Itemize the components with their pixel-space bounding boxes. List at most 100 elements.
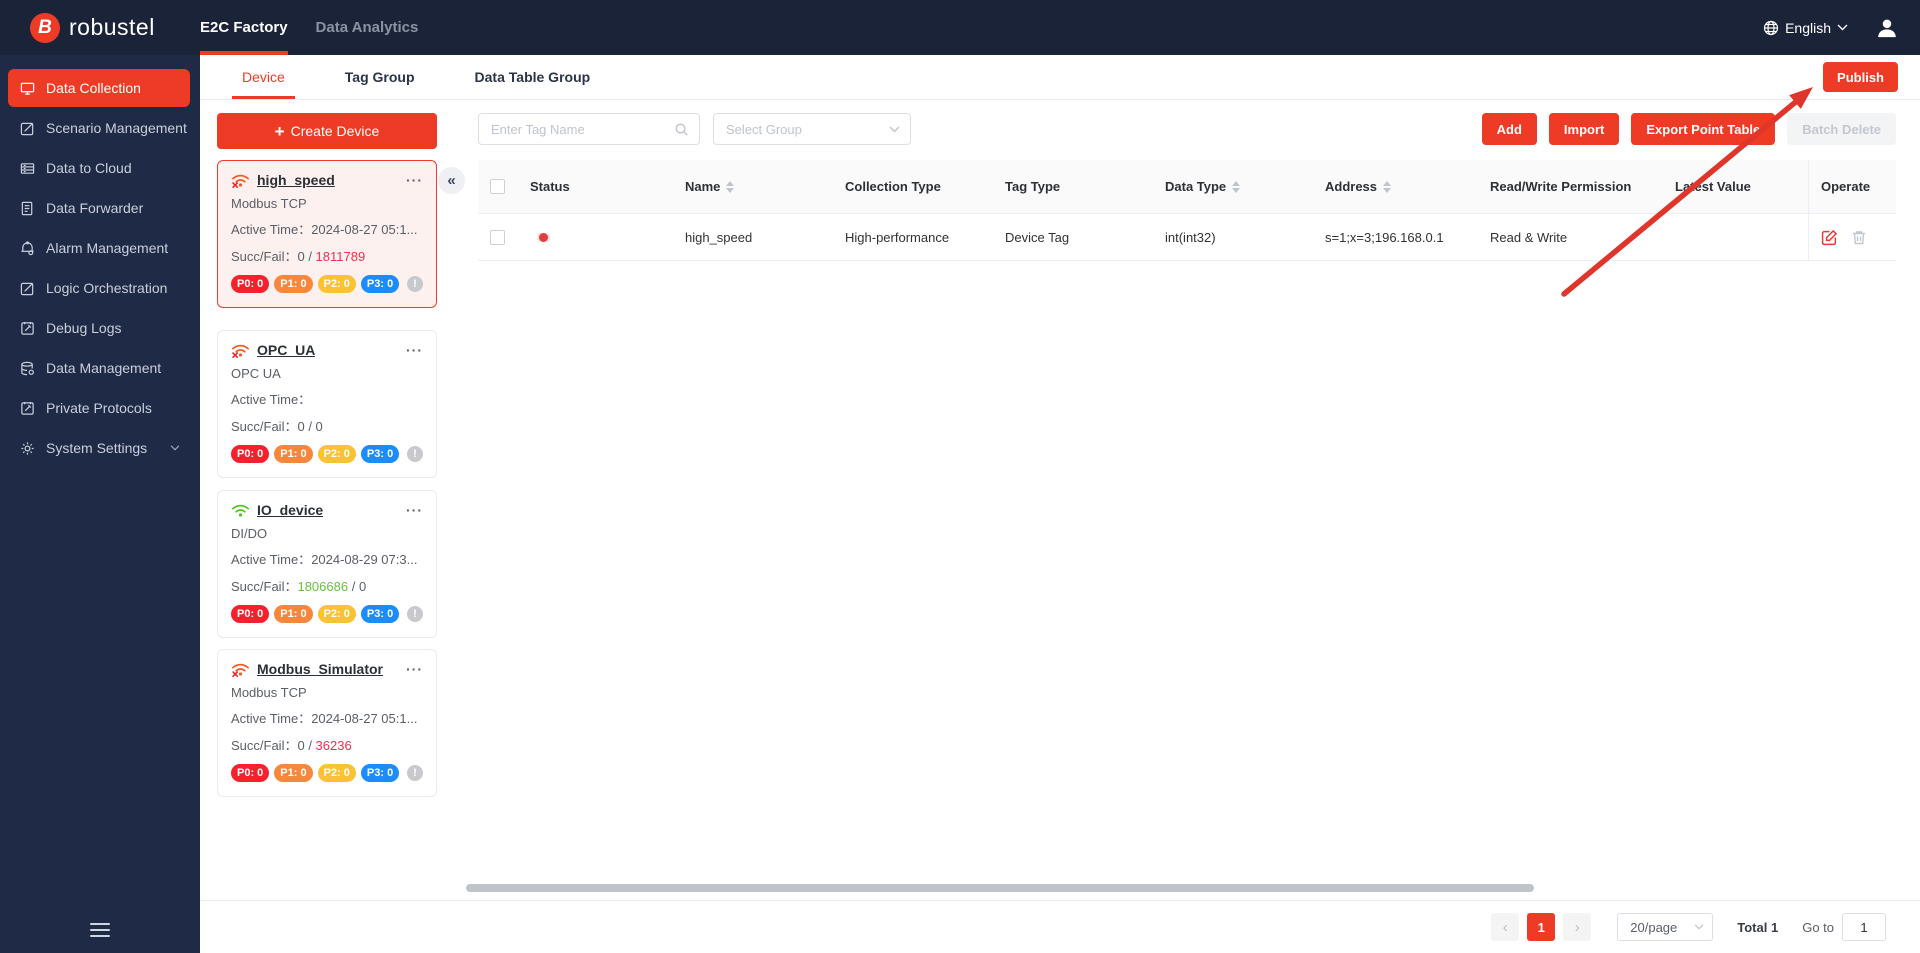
sidebar-item-private-protocols[interactable]: Private Protocols	[0, 388, 200, 428]
database-gear-icon	[21, 361, 34, 375]
tab-device[interactable]: Device	[232, 55, 295, 99]
device-card-io-device[interactable]: IO_device ··· DI/DO Active Time：2024-08-…	[217, 490, 437, 638]
sidebar-item-data-management[interactable]: Data Management	[0, 348, 200, 388]
separator: /	[304, 419, 316, 434]
column-header-latest-value: Latest Value	[1675, 179, 1751, 194]
notebook-tool-icon	[21, 401, 34, 415]
sort-icon[interactable]	[1383, 180, 1392, 193]
goto-label: Go to	[1802, 919, 1834, 935]
priority-badge-p1: P1: 0	[274, 445, 313, 463]
more-actions-icon[interactable]: ···	[406, 342, 423, 357]
collapse-panel-button[interactable]: «	[438, 167, 465, 194]
sidebar-item-system-settings[interactable]: System Settings	[0, 428, 200, 468]
server-grid-icon	[20, 162, 35, 174]
warning-icon[interactable]: !	[407, 446, 423, 462]
sidebar-item-label: Data to Cloud	[46, 160, 132, 176]
export-point-table-button[interactable]: Export Point Table	[1631, 113, 1776, 145]
cell-address: s=1;x=3;196.168.0.1	[1325, 229, 1444, 245]
sidebar-item-debug-logs[interactable]: Debug Logs	[0, 308, 200, 348]
sidebar-collapse-toggle[interactable]	[90, 919, 110, 941]
tab-bar: Device Tag Group Data Table Group Publis…	[200, 55, 1920, 100]
toolbar: Select Group Add Import Export Point Tab…	[478, 113, 1896, 145]
sort-icon[interactable]	[726, 180, 735, 193]
sidebar-item-label: Logic Orchestration	[46, 280, 168, 296]
wifi-status-icon	[231, 502, 250, 518]
language-selector[interactable]: English	[1763, 20, 1848, 36]
device-card-opc-ua[interactable]: OPC_UA ··· OPC UA Active Time： Succ/Fail…	[217, 330, 437, 478]
device-list-panel: + Create Device high_speed ··· Modbus TC…	[200, 100, 452, 900]
column-header-data-type[interactable]: Data Type	[1153, 179, 1313, 194]
device-protocol: OPC UA	[231, 366, 281, 381]
priority-badge-p3: P3: 0	[360, 605, 400, 623]
search-icon[interactable]	[674, 122, 689, 137]
active-time-value: 2024-08-27 05:1...	[311, 711, 418, 726]
sidebar-item-data-forwarder[interactable]: Data Forwarder	[0, 188, 200, 228]
sidebar-item-label: Data Management	[46, 360, 162, 376]
delete-icon[interactable]	[1851, 229, 1867, 246]
batch-delete-button[interactable]: Batch Delete	[1787, 113, 1896, 145]
active-time-label: Active Time：	[231, 392, 312, 407]
succ-value: 0	[297, 738, 305, 753]
priority-badge-p1: P1: 0	[274, 275, 313, 293]
create-device-button[interactable]: + Create Device	[217, 113, 437, 149]
priority-badge-p1: P1: 0	[274, 605, 313, 623]
succ-value: 0	[297, 419, 305, 434]
brand-text: robustel	[69, 14, 155, 40]
nav-e2c-factory[interactable]: E2C Factory	[200, 0, 288, 55]
active-time-label: Active Time：	[231, 711, 312, 726]
horizontal-scrollbar[interactable]	[466, 884, 1534, 892]
sort-icon[interactable]	[1232, 180, 1241, 193]
cell-permission: Read & Write	[1490, 229, 1568, 245]
sidebar-item-alarm-management[interactable]: Alarm Management	[0, 228, 200, 268]
device-card-modbus-simulator[interactable]: Modbus_Simulator ··· Modbus TCP Active T…	[217, 649, 437, 797]
edit-icon[interactable]	[1821, 229, 1838, 246]
select-all-checkbox[interactable]	[490, 179, 505, 194]
page-number-button[interactable]: 1	[1527, 913, 1556, 941]
add-button[interactable]: Add	[1481, 113, 1537, 145]
more-actions-icon[interactable]: ···	[406, 172, 423, 187]
total-count: Total 1	[1737, 919, 1779, 935]
language-label: English	[1785, 19, 1831, 36]
user-avatar-icon[interactable]	[1876, 17, 1898, 39]
sidebar-item-data-collection[interactable]: Data Collection	[8, 69, 190, 107]
tab-data-table-group[interactable]: Data Table Group	[475, 55, 591, 99]
goto-page-input[interactable]	[1842, 913, 1886, 941]
device-protocol: DI/DO	[231, 526, 268, 541]
column-header-operate: Operate	[1808, 160, 1896, 213]
fail-value: 1811789	[315, 249, 366, 264]
device-name-link[interactable]: IO_device	[257, 502, 323, 518]
active-time-label: Active Time：	[231, 552, 312, 567]
next-page-button[interactable]: ›	[1563, 913, 1592, 941]
import-button[interactable]: Import	[1548, 113, 1620, 145]
sidebar-item-label: System Settings	[46, 440, 148, 456]
publish-button[interactable]: Publish	[1823, 62, 1898, 92]
device-name-link[interactable]: high_speed	[257, 172, 335, 188]
priority-badge-p3: P3: 0	[360, 445, 400, 463]
group-select[interactable]: Select Group	[713, 113, 911, 145]
gear-icon	[21, 441, 34, 455]
warning-icon[interactable]: !	[407, 276, 423, 292]
device-name-link[interactable]: OPC_UA	[257, 342, 315, 358]
prev-page-button[interactable]: ‹	[1491, 913, 1520, 941]
warning-icon[interactable]: !	[407, 765, 423, 781]
search-input[interactable]	[491, 121, 674, 137]
more-actions-icon[interactable]: ···	[406, 502, 423, 517]
sidebar-item-scenario-management[interactable]: Scenario Management	[0, 108, 200, 148]
succ-fail-label: Succ/Fail：	[231, 419, 298, 434]
chevron-down-icon	[1694, 924, 1704, 930]
sidebar-item-logic-orchestration[interactable]: Logic Orchestration	[0, 268, 200, 308]
more-actions-icon[interactable]: ···	[406, 661, 423, 676]
group-select-placeholder: Select Group	[726, 121, 802, 137]
device-name-link[interactable]: Modbus_Simulator	[257, 661, 383, 677]
status-dot	[539, 232, 548, 242]
column-header-address[interactable]: Address	[1313, 179, 1478, 194]
column-header-name[interactable]: Name	[673, 179, 833, 194]
tab-tag-group[interactable]: Tag Group	[345, 55, 415, 99]
nav-data-analytics[interactable]: Data Analytics	[316, 0, 419, 55]
row-checkbox[interactable]	[490, 229, 505, 245]
warning-icon[interactable]: !	[407, 606, 423, 622]
main-content: Select Group Add Import Export Point Tab…	[452, 100, 1920, 900]
page-size-select[interactable]: 20/page	[1617, 913, 1714, 941]
sidebar-item-data-to-cloud[interactable]: Data to Cloud	[0, 148, 200, 188]
device-card-high-speed[interactable]: high_speed ··· Modbus TCP Active Time：20…	[217, 160, 437, 308]
